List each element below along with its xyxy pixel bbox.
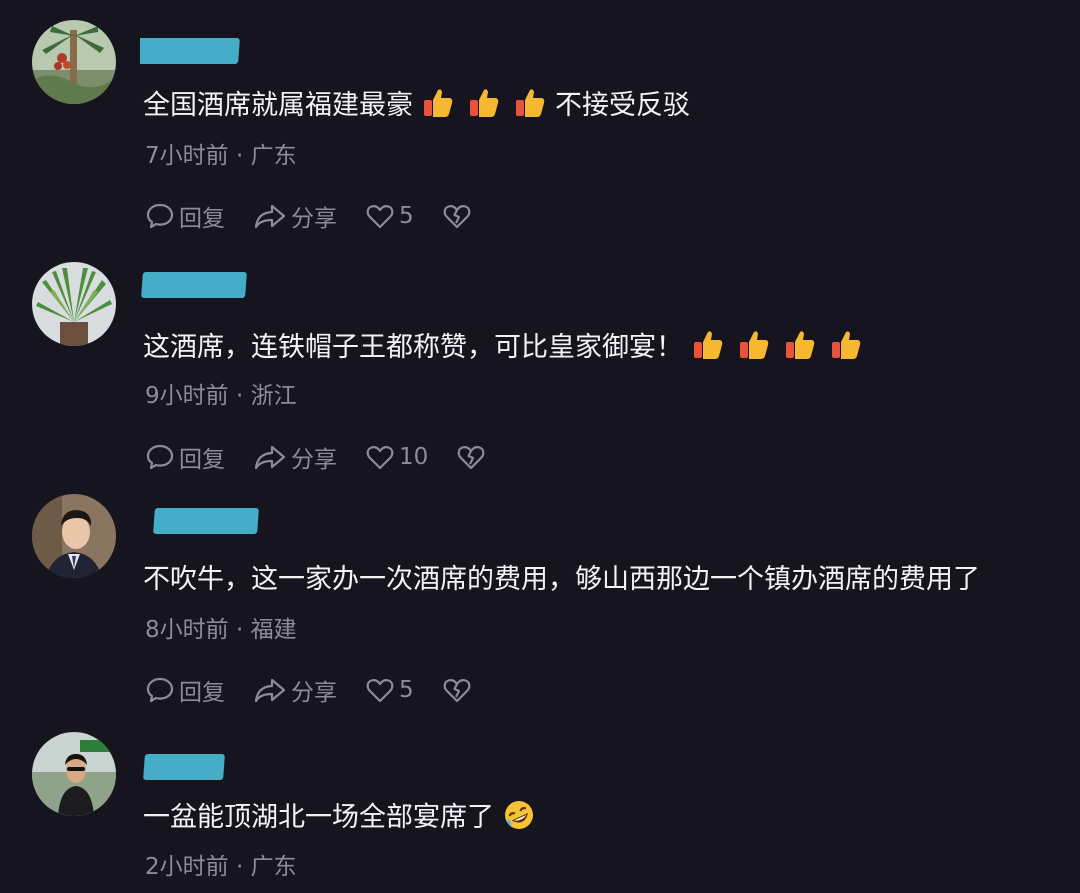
meta-separator: · [235, 617, 244, 643]
comment-time: 8小时前 [145, 617, 229, 643]
comment-actions: 回复 分享 5 [145, 673, 504, 707]
avatar[interactable] [32, 262, 116, 346]
comment-actions: 回复 分享 5 [145, 199, 504, 233]
share-button[interactable]: 分享 [253, 673, 337, 707]
like-button[interactable]: 5 [365, 675, 414, 705]
rolling-on-floor-laughing-icon [502, 798, 536, 844]
comment-location: 广东 [250, 143, 297, 169]
reply-label: 回复 [179, 206, 225, 232]
comment-meta: 8小时前 · 福建 [145, 610, 297, 644]
share-arrow-icon [253, 201, 287, 231]
thumbs-up-icon [737, 328, 771, 374]
like-button[interactable]: 10 [365, 442, 428, 472]
reply-label: 回复 [179, 680, 225, 706]
thumbs-up-icon [513, 86, 547, 132]
comment-location: 浙江 [250, 383, 297, 409]
comment-text: 全国酒席就属福建最豪 不接受反驳 [143, 86, 690, 132]
comment-text-body: 全国酒席就属福建最豪 [143, 90, 413, 121]
comment-text: 不吹牛，这一家办一次酒席的费用，够山西那边一个镇办酒席的费用了 [143, 560, 980, 600]
thumbs-up-icon [783, 328, 817, 374]
comment-meta: 2小时前 · 广东 [145, 847, 297, 881]
avatar-image-man-outdoor [32, 732, 116, 816]
comment-text-body: 不吹牛，这一家办一次酒席的费用，够山西那边一个镇办酒席的费用了 [143, 564, 980, 595]
share-label: 分享 [291, 206, 337, 232]
broken-heart-icon [456, 442, 486, 472]
like-count: 10 [399, 444, 429, 470]
comment-text-tail: 不接受反驳 [555, 90, 690, 121]
username-redaction [141, 272, 247, 298]
reply-button[interactable]: 回复 [145, 199, 225, 233]
broken-heart-icon [442, 201, 472, 231]
like-count: 5 [399, 203, 414, 229]
heart-icon [365, 201, 395, 231]
comment-time: 9小时前 [145, 383, 229, 409]
broken-heart-icon [442, 675, 472, 705]
thumbs-up-icon [829, 328, 863, 374]
username[interactable] [140, 36, 250, 66]
avatar-image-plant [32, 262, 116, 346]
dislike-button[interactable] [456, 442, 490, 472]
dislike-button[interactable] [442, 675, 476, 705]
share-arrow-icon [253, 675, 287, 705]
comment-bubble-icon [145, 442, 175, 472]
username[interactable] [140, 752, 230, 782]
meta-separator: · [235, 143, 244, 169]
heart-icon [365, 675, 395, 705]
comment-location: 广东 [250, 854, 297, 880]
share-label: 分享 [291, 447, 337, 473]
username-redaction [143, 754, 225, 780]
meta-separator: · [235, 383, 244, 409]
comment-bubble-icon [145, 675, 175, 705]
avatar[interactable] [32, 732, 116, 816]
reply-button[interactable]: 回复 [145, 440, 225, 474]
dislike-button[interactable] [442, 201, 476, 231]
comment-time: 7小时前 [145, 143, 229, 169]
like-count: 5 [399, 677, 414, 703]
avatar-image-man-suit [32, 494, 116, 578]
comment-time: 2小时前 [145, 854, 229, 880]
thumbs-up-icon [467, 86, 501, 132]
username[interactable] [140, 270, 255, 300]
share-arrow-icon [253, 442, 287, 472]
reply-button[interactable]: 回复 [145, 673, 225, 707]
share-label: 分享 [291, 680, 337, 706]
avatar[interactable] [32, 20, 116, 104]
comment-text: 一盆能顶湖北一场全部宴席了 [143, 798, 536, 844]
avatar[interactable] [32, 494, 116, 578]
comment-actions: 回复 分享 10 [145, 440, 518, 474]
like-button[interactable]: 5 [365, 201, 414, 231]
reply-label: 回复 [179, 447, 225, 473]
share-button[interactable]: 分享 [253, 440, 337, 474]
comment-location: 福建 [250, 617, 297, 643]
avatar-image-palm [32, 20, 116, 104]
share-button[interactable]: 分享 [253, 199, 337, 233]
comment-bubble-icon [145, 201, 175, 231]
comment-text: 这酒席，连铁帽子王都称赞，可比皇家御宴！ [143, 328, 863, 374]
comment-text-body: 一盆能顶湖北一场全部宴席了 [143, 802, 494, 833]
thumbs-up-icon [421, 86, 455, 132]
comment-text-body: 这酒席，连铁帽子王都称赞，可比皇家御宴！ [143, 332, 683, 363]
heart-icon [365, 442, 395, 472]
comment-meta: 7小时前 · 广东 [145, 136, 297, 170]
username[interactable] [140, 506, 265, 536]
username-redaction [153, 508, 259, 534]
thumbs-up-icon [691, 328, 725, 374]
meta-separator: · [235, 854, 244, 880]
username-redaction [140, 38, 240, 64]
comment-meta: 9小时前 · 浙江 [145, 376, 297, 410]
